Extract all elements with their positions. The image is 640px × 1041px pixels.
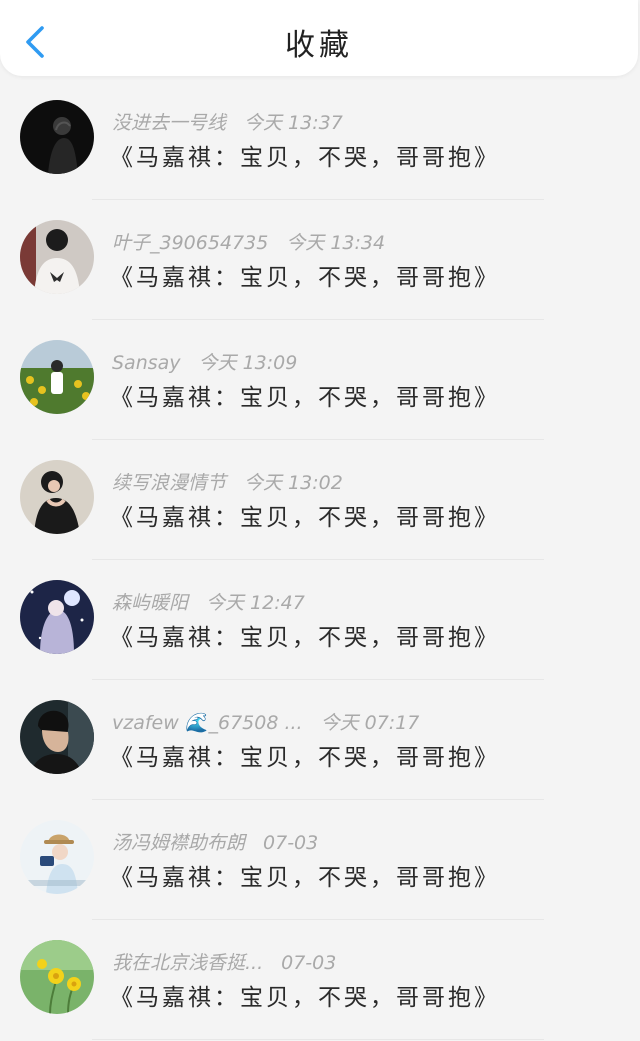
item-meta: vzafew 🌊_67508 ... 今天 07:17 bbox=[112, 708, 419, 735]
message-text: 《马嘉祺：宝贝，不哭，哥哥抱》 bbox=[110, 865, 500, 891]
message-text: 《马嘉祺：宝贝，不哭，哥哥抱》 bbox=[110, 745, 500, 771]
avatar[interactable] bbox=[20, 340, 94, 414]
timestamp: 今天 13:02 bbox=[244, 472, 343, 494]
avatar[interactable] bbox=[20, 940, 94, 1014]
timestamp: 今天 13:37 bbox=[244, 112, 343, 134]
timestamp: 07-03 bbox=[281, 952, 337, 974]
avatar[interactable] bbox=[20, 700, 94, 774]
timestamp: 今天 13:34 bbox=[286, 232, 386, 254]
avatar[interactable] bbox=[20, 580, 94, 654]
avatar[interactable] bbox=[20, 460, 94, 534]
message-text: 《马嘉祺：宝贝，不哭，哥哥抱》 bbox=[110, 385, 500, 411]
list-item[interactable]: 森屿暖阳 今天 12:47 《马嘉祺：宝贝，不哭，哥哥抱》 bbox=[0, 560, 640, 680]
user-name[interactable]: Sansay bbox=[112, 352, 181, 374]
favorites-list: 没进去一号线 今天 13:37 《马嘉祺：宝贝，不哭，哥哥抱》 叶子_390654… bbox=[0, 80, 640, 1040]
avatar[interactable] bbox=[20, 820, 94, 894]
list-item[interactable]: vzafew 🌊_67508 ... 今天 07:17 《马嘉祺：宝贝，不哭，哥哥… bbox=[0, 680, 640, 800]
list-item[interactable]: 我在北京浅香挺... 07-03 《马嘉祺：宝贝，不哭，哥哥抱》 bbox=[0, 920, 640, 1040]
timestamp: 今天 13:09 bbox=[198, 352, 298, 374]
user-name[interactable]: 续写浪漫情节 bbox=[112, 472, 226, 494]
message-text: 《马嘉祺：宝贝，不哭，哥哥抱》 bbox=[110, 985, 500, 1011]
user-name[interactable]: 叶子_390654735 bbox=[112, 232, 268, 254]
message-text: 《马嘉祺：宝贝，不哭，哥哥抱》 bbox=[110, 145, 500, 171]
user-name[interactable]: 汤冯姆襟助布朗 bbox=[112, 832, 245, 854]
item-meta: 没进去一号线 今天 13:37 bbox=[112, 108, 343, 135]
user-name[interactable]: 我在北京浅香挺... bbox=[112, 952, 263, 974]
message-text: 《马嘉祺：宝贝，不哭，哥哥抱》 bbox=[110, 265, 500, 291]
avatar[interactable] bbox=[20, 220, 94, 294]
message-text: 《马嘉祺：宝贝，不哭，哥哥抱》 bbox=[110, 505, 500, 531]
timestamp: 07-03 bbox=[263, 832, 319, 854]
message-text: 《马嘉祺：宝贝，不哭，哥哥抱》 bbox=[110, 625, 500, 651]
page-title: 收藏 bbox=[285, 28, 353, 63]
timestamp: 今天 12:47 bbox=[206, 592, 305, 614]
item-meta: Sansay 今天 13:09 bbox=[112, 348, 297, 375]
list-item[interactable]: 叶子_390654735 今天 13:34 《马嘉祺：宝贝，不哭，哥哥抱》 bbox=[0, 200, 640, 320]
item-meta: 森屿暖阳 今天 12:47 bbox=[112, 588, 305, 615]
list-item[interactable]: 没进去一号线 今天 13:37 《马嘉祺：宝贝，不哭，哥哥抱》 bbox=[0, 80, 640, 200]
avatar[interactable] bbox=[20, 100, 94, 174]
divider bbox=[92, 1039, 544, 1040]
list-item[interactable]: 续写浪漫情节 今天 13:02 《马嘉祺：宝贝，不哭，哥哥抱》 bbox=[0, 440, 640, 560]
app-header: 收藏 bbox=[0, 0, 638, 76]
user-name[interactable]: vzafew 🌊_67508 ... bbox=[112, 712, 303, 734]
timestamp: 今天 07:17 bbox=[320, 712, 420, 734]
item-meta: 续写浪漫情节 今天 13:02 bbox=[112, 468, 343, 495]
item-meta: 我在北京浅香挺... 07-03 bbox=[112, 948, 336, 975]
list-item[interactable]: 汤冯姆襟助布朗 07-03 《马嘉祺：宝贝，不哭，哥哥抱》 bbox=[0, 800, 640, 920]
item-meta: 汤冯姆襟助布朗 07-03 bbox=[112, 828, 318, 855]
user-name[interactable]: 森屿暖阳 bbox=[112, 592, 188, 614]
user-name[interactable]: 没进去一号线 bbox=[112, 112, 226, 134]
item-meta: 叶子_390654735 今天 13:34 bbox=[112, 228, 385, 255]
list-item[interactable]: Sansay 今天 13:09 《马嘉祺：宝贝，不哭，哥哥抱》 bbox=[0, 320, 640, 440]
